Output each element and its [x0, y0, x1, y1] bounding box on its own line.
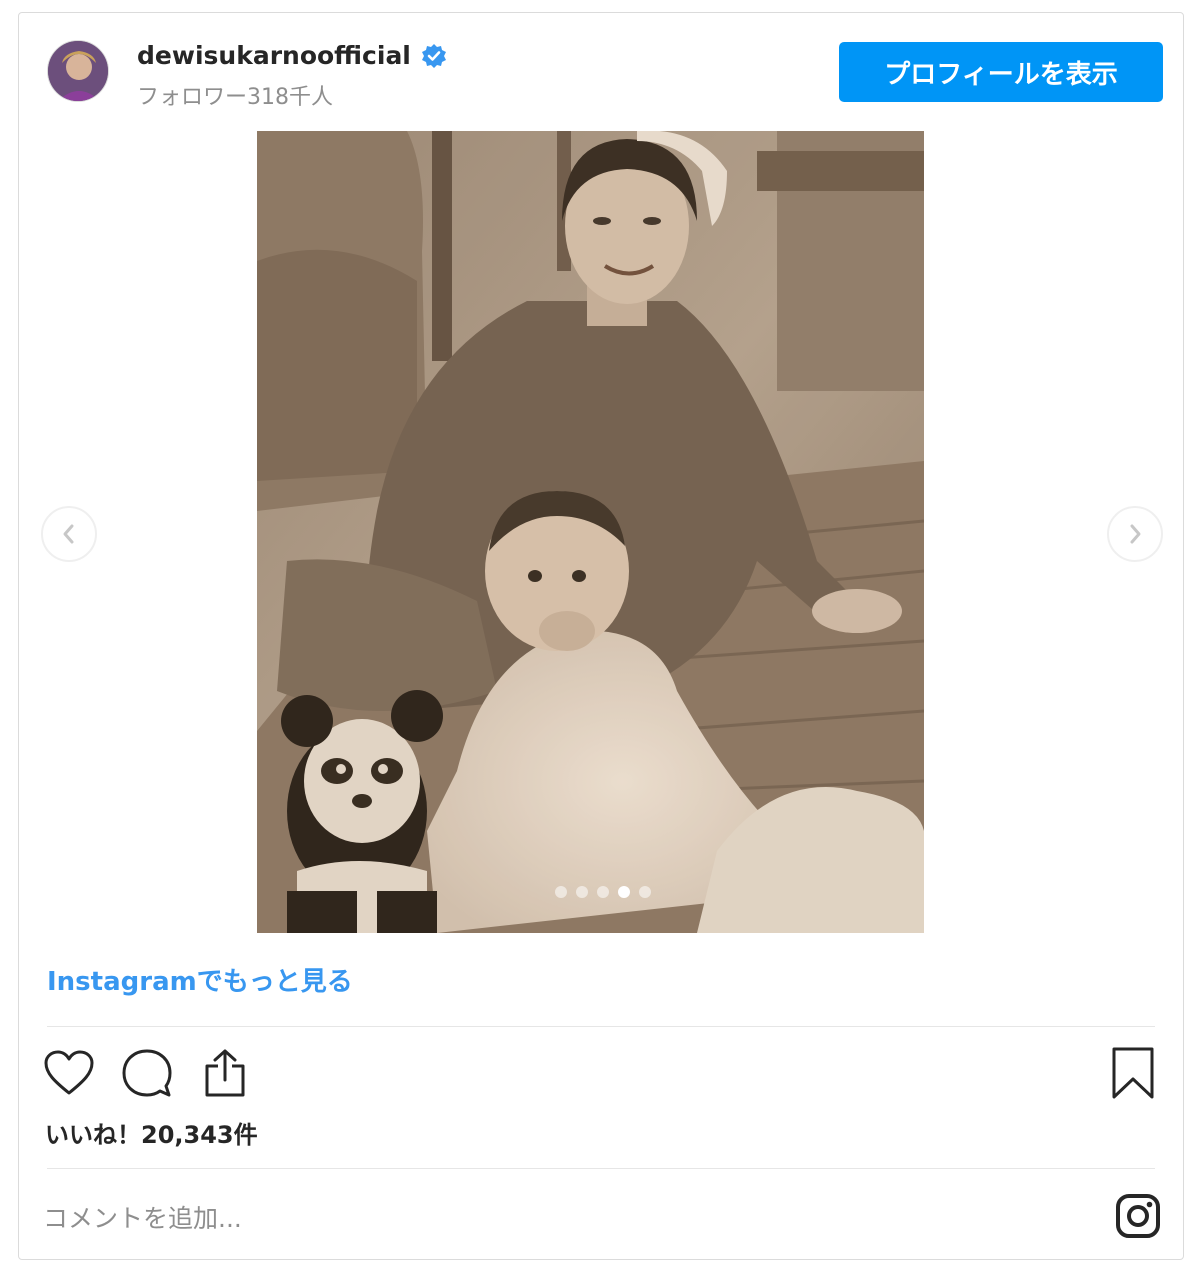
- view-profile-button[interactable]: プロフィールを表示: [839, 42, 1163, 102]
- carousel-prev-button[interactable]: [41, 506, 97, 562]
- divider: [47, 1026, 1155, 1027]
- comment-icon: [122, 1049, 172, 1097]
- heart-icon: [44, 1050, 94, 1095]
- bookmark-icon: [1112, 1047, 1154, 1099]
- carousel-dot[interactable]: [597, 886, 609, 898]
- instagram-logo-icon[interactable]: [1115, 1193, 1161, 1239]
- share-button[interactable]: [197, 1045, 253, 1101]
- carousel-dot[interactable]: [576, 886, 588, 898]
- chevron-right-icon: [1130, 524, 1141, 544]
- like-button[interactable]: [41, 1045, 97, 1101]
- username-row: dewisukarnoofficial: [137, 41, 447, 70]
- username[interactable]: dewisukarnoofficial: [137, 41, 411, 70]
- verified-badge-icon: [421, 43, 446, 68]
- share-icon: [205, 1049, 245, 1097]
- action-bar: [41, 1045, 1161, 1101]
- view-more-on-instagram-link[interactable]: Instagramでもっと見る: [47, 961, 353, 998]
- divider: [47, 1168, 1155, 1169]
- instagram-embed-card: dewisukarnoofficial フォロワー318千人 プロフィールを表示: [18, 12, 1184, 1260]
- carousel-next-button[interactable]: [1107, 506, 1163, 562]
- follower-count: フォロワー318千人: [137, 85, 333, 110]
- carousel-dot[interactable]: [555, 886, 567, 898]
- carousel-dot-active[interactable]: [618, 886, 630, 898]
- comment-button[interactable]: [119, 1045, 175, 1101]
- post-header: dewisukarnoofficial フォロワー318千人 プロフィールを表示: [19, 13, 1183, 131]
- comment-input[interactable]: [41, 1193, 545, 1243]
- post-photo[interactable]: [257, 131, 924, 933]
- avatar[interactable]: [47, 40, 109, 102]
- carousel-dots: [555, 886, 651, 898]
- carousel-dot[interactable]: [639, 886, 651, 898]
- chevron-left-icon: [63, 524, 74, 544]
- like-count[interactable]: いいね！20,343件: [45, 1115, 258, 1150]
- save-button[interactable]: [1105, 1045, 1161, 1101]
